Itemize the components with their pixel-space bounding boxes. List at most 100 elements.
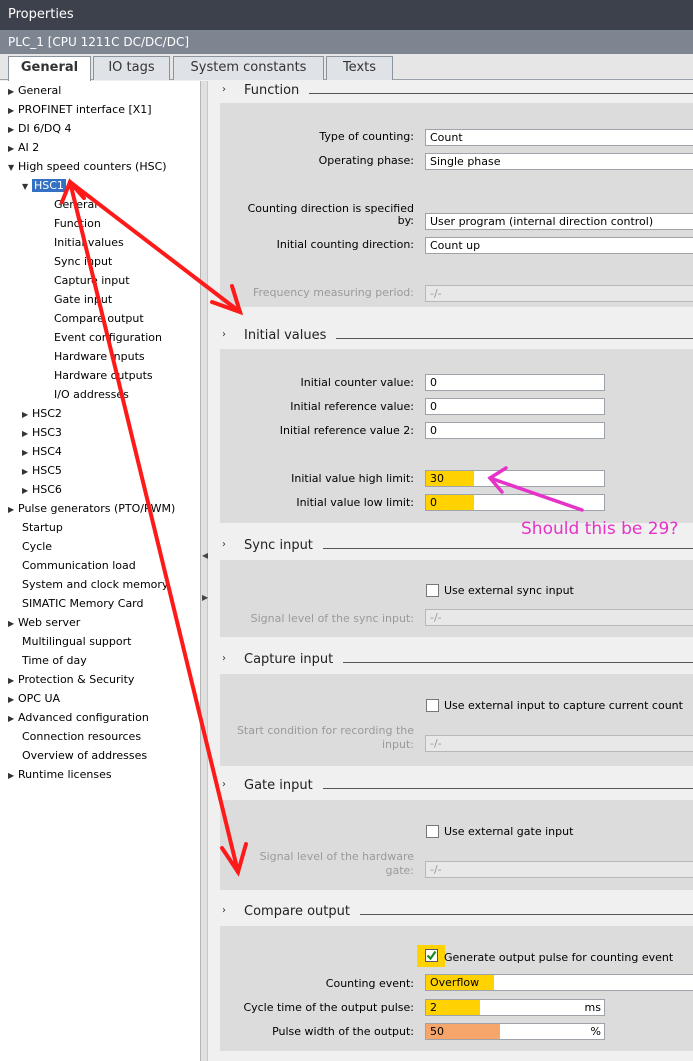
cycle-time-input[interactable]: 2 ms — [425, 999, 605, 1016]
tree-item-hsc3[interactable]: ▶ HSC3 — [22, 423, 62, 442]
tree-item-label: Function — [54, 217, 101, 230]
tree-item-label: Overview of addresses — [22, 749, 148, 762]
sync-checkbox[interactable] — [426, 584, 439, 597]
section-gate-input[interactable]: › Gate input — [208, 776, 693, 798]
section-capture-input[interactable]: › Capture input — [208, 650, 693, 672]
counting-event-field[interactable]: Overflow — [425, 974, 693, 991]
low-limit-input[interactable]: 0 — [425, 494, 605, 511]
tree-item-hsc1-initial-values[interactable]: Initial values — [54, 233, 124, 252]
splitter[interactable]: ◀ ▶ — [201, 81, 208, 1061]
expand-down-icon[interactable]: ▼ — [22, 177, 32, 196]
tree-item-connection-resources[interactable]: Connection resources — [22, 727, 141, 746]
expand-right-icon[interactable]: ▶ — [22, 424, 32, 443]
tree-item-communication-load[interactable]: Communication load — [22, 556, 136, 575]
tree-item-label: Hardware inputs — [54, 350, 145, 363]
tree-item-web-server[interactable]: ▶ Web server — [8, 613, 80, 632]
tab-io-tags[interactable]: IO tags — [93, 56, 170, 80]
expand-right-icon[interactable]: ▶ — [8, 101, 18, 120]
compare-checkbox[interactable] — [425, 949, 438, 962]
counting-direction-field[interactable]: User program (internal direction control… — [425, 213, 693, 230]
expand-down-icon[interactable]: ▼ — [8, 158, 18, 177]
expand-right-icon[interactable]: ▶ — [8, 766, 18, 785]
tree-item-startup[interactable]: Startup — [22, 518, 63, 537]
tree-item-hsc1-event-configuration[interactable]: Event configuration — [54, 328, 162, 347]
gate-signal-label-1: Signal level of the hardware — [259, 850, 414, 863]
tree-item-di-dq[interactable]: ▶ DI 6/DQ 4 — [8, 119, 72, 138]
tree-item-label: Time of day — [22, 654, 87, 667]
expand-right-icon[interactable]: ▶ — [22, 405, 32, 424]
tree-item-hsc[interactable]: ▼ High speed counters (HSC) — [8, 157, 167, 176]
expand-right-icon[interactable]: ▶ — [8, 139, 18, 158]
tree-item-hsc1-function[interactable]: Function — [54, 214, 101, 233]
initial-reference-2-input[interactable]: 0 — [425, 422, 605, 439]
chevron-right-icon[interactable]: › — [222, 779, 226, 790]
tab-general[interactable]: General — [8, 56, 91, 81]
tree-item-profinet[interactable]: ▶ PROFINET interface [X1] — [8, 100, 152, 119]
chevron-right-icon[interactable]: › — [222, 905, 226, 916]
tree-item-hsc5[interactable]: ▶ HSC5 — [22, 461, 62, 480]
tree-item-cycle[interactable]: Cycle — [22, 537, 52, 556]
expand-right-icon[interactable]: ▶ — [8, 500, 18, 519]
tree-item-general[interactable]: ▶ General — [8, 81, 61, 100]
initial-counter-input[interactable]: 0 — [425, 374, 605, 391]
cycle-time-label: Cycle time of the output pulse: — [243, 1001, 414, 1014]
high-limit-label: Initial value high limit: — [291, 472, 414, 485]
high-limit-input[interactable]: 30 — [425, 470, 605, 487]
section-title: Function — [244, 83, 310, 98]
section-initial-values[interactable]: › Initial values — [208, 326, 693, 348]
tree-item-hsc1-hardware-inputs[interactable]: Hardware inputs — [54, 347, 145, 366]
section-title: Sync input — [244, 538, 323, 553]
tree-item-advanced-configuration[interactable]: ▶ Advanced configuration — [8, 708, 149, 727]
type-of-counting-field[interactable]: Count — [425, 129, 693, 146]
expand-right-icon[interactable]: ▶ — [8, 690, 18, 709]
tree-item-label: Initial values — [54, 236, 124, 249]
tree-item-pulse-generators[interactable]: ▶ Pulse generators (PTO/PWM) — [8, 499, 175, 518]
chevron-right-icon[interactable]: › — [222, 329, 226, 340]
tree-item-hsc1-general[interactable]: General — [54, 195, 97, 214]
tree-item-hsc4[interactable]: ▶ HSC4 — [22, 442, 62, 461]
expand-right-icon[interactable]: ▶ — [8, 82, 18, 101]
tree-item-overview-of-addresses[interactable]: Overview of addresses — [22, 746, 147, 765]
section-compare-output[interactable]: › Compare output — [208, 902, 693, 924]
initial-reference-input[interactable]: 0 — [425, 398, 605, 415]
tree-item-ai[interactable]: ▶ AI 2 — [8, 138, 39, 157]
tree-item-time-of-day[interactable]: Time of day — [22, 651, 87, 670]
tree-item-hsc1-gate-input[interactable]: Gate input — [54, 290, 112, 309]
section-sync-input[interactable]: › Sync input — [208, 536, 693, 558]
tab-texts[interactable]: Texts — [326, 56, 393, 80]
section-function[interactable]: › Function — [208, 81, 693, 103]
tree-item-protection-security[interactable]: ▶ Protection & Security — [8, 670, 134, 689]
expand-right-icon[interactable]: ▶ — [22, 443, 32, 462]
tree-item-hsc1-io-addresses[interactable]: I/O addresses — [54, 385, 129, 404]
chevron-right-icon[interactable]: › — [222, 84, 226, 95]
expand-right-icon[interactable]: ▶ — [22, 462, 32, 481]
initial-direction-field[interactable]: Count up — [425, 237, 693, 254]
tree-item-multilingual-support[interactable]: Multilingual support — [22, 632, 131, 651]
pulse-width-input[interactable]: 50 % — [425, 1023, 605, 1040]
tree-item-runtime-licenses[interactable]: ▶ Runtime licenses — [8, 765, 112, 784]
tree-item-hsc2[interactable]: ▶ HSC2 — [22, 404, 62, 423]
tree-item-opc-ua[interactable]: ▶ OPC UA — [8, 689, 60, 708]
tree-item-hsc1-sync-input[interactable]: Sync input — [54, 252, 112, 271]
counter-label: Initial counter value: — [300, 376, 414, 389]
tree-item-label: Multilingual support — [22, 635, 132, 648]
tree-item-hsc1-hardware-outputs[interactable]: Hardware outputs — [54, 366, 153, 385]
expand-right-icon[interactable]: ▶ — [8, 709, 18, 728]
expand-right-icon[interactable]: ▶ — [8, 671, 18, 690]
chevron-right-icon[interactable]: › — [222, 653, 226, 664]
expand-right-icon[interactable]: ▶ — [8, 120, 18, 139]
tree-item-simatic-memory-card[interactable]: SIMATIC Memory Card — [22, 594, 144, 613]
expand-right-icon[interactable]: ▶ — [22, 481, 32, 500]
tree-item-hsc1[interactable]: ▼ HSC1 — [22, 176, 67, 196]
tree-item-hsc6[interactable]: ▶ HSC6 — [22, 480, 62, 499]
tree-item-hsc1-capture-input[interactable]: Capture input — [54, 271, 130, 290]
tree-item-system-clock-memory[interactable]: System and clock memory — [22, 575, 168, 594]
tree-item-hsc1-compare-output[interactable]: Compare output — [54, 309, 144, 328]
sync-input-panel: Use external sync input Signal level of … — [220, 560, 693, 637]
chevron-right-icon[interactable]: › — [222, 539, 226, 550]
capture-checkbox[interactable] — [426, 699, 439, 712]
gate-checkbox[interactable] — [426, 825, 439, 838]
expand-right-icon[interactable]: ▶ — [8, 614, 18, 633]
tab-system-constants[interactable]: System constants — [173, 56, 324, 80]
operating-phase-field[interactable]: Single phase — [425, 153, 693, 170]
